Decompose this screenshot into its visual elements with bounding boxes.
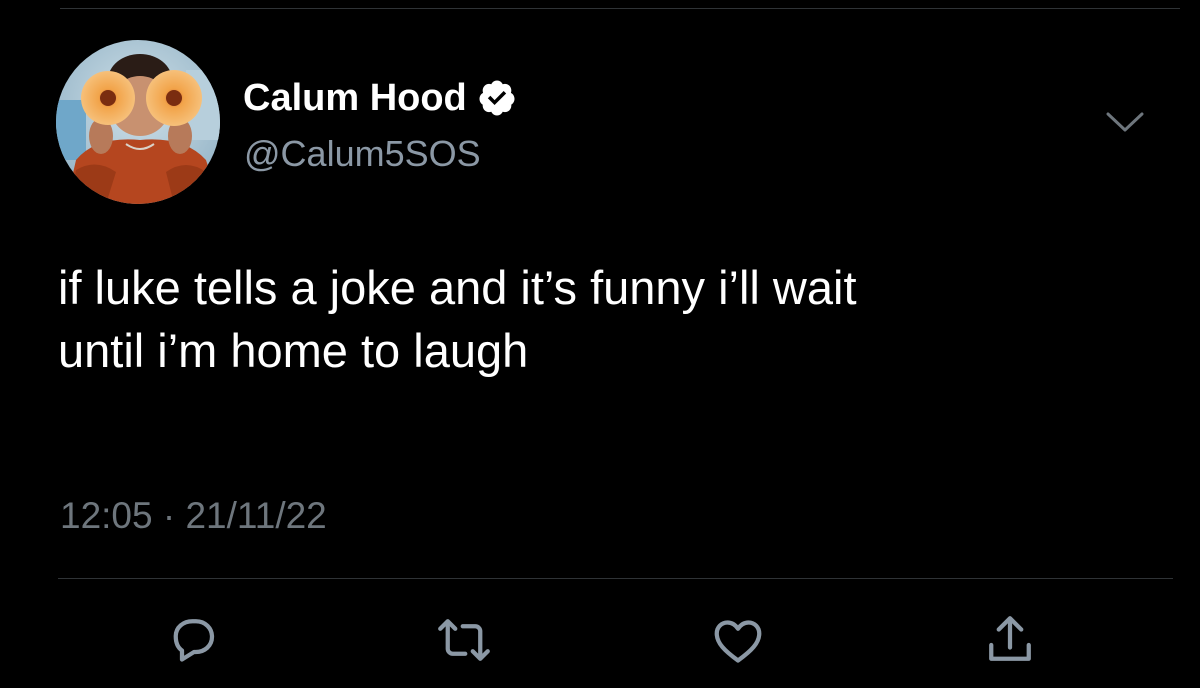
heart-icon [708, 610, 768, 670]
avatar[interactable] [56, 40, 220, 204]
tweet-text-line: if luke tells a joke and it’s funny i’ll… [58, 261, 857, 314]
chevron-down-icon[interactable] [1104, 106, 1146, 136]
top-divider [60, 8, 1180, 9]
meta-separator: · [162, 495, 176, 536]
reply-button[interactable] [160, 608, 224, 672]
tweet-time: 12:05 [60, 495, 153, 536]
tweet-timestamp[interactable]: 12:05 · 21/11/22 [60, 494, 327, 538]
retweet-icon [433, 610, 495, 670]
verified-badge-icon [477, 78, 517, 118]
share-icon [980, 610, 1040, 670]
author-name-row[interactable]: Calum Hood [243, 76, 517, 120]
actions-divider [58, 578, 1173, 579]
tweet-actions-bar [0, 608, 1200, 678]
tweet-header: Calum Hood @Calum5SOS [56, 40, 1176, 210]
author-handle[interactable]: @Calum5SOS [244, 132, 481, 176]
tweet-text: if luke tells a joke and it’s funny i’ll… [58, 256, 1168, 382]
tweet-text-line: until i’m home to laugh [58, 324, 529, 377]
like-button[interactable] [706, 608, 770, 672]
share-button[interactable] [978, 608, 1042, 672]
retweet-button[interactable] [432, 608, 496, 672]
avatar-photo [56, 40, 220, 204]
reply-icon [162, 610, 222, 670]
tweet-date: 21/11/22 [185, 495, 327, 536]
author-display-name[interactable]: Calum Hood [243, 76, 467, 120]
